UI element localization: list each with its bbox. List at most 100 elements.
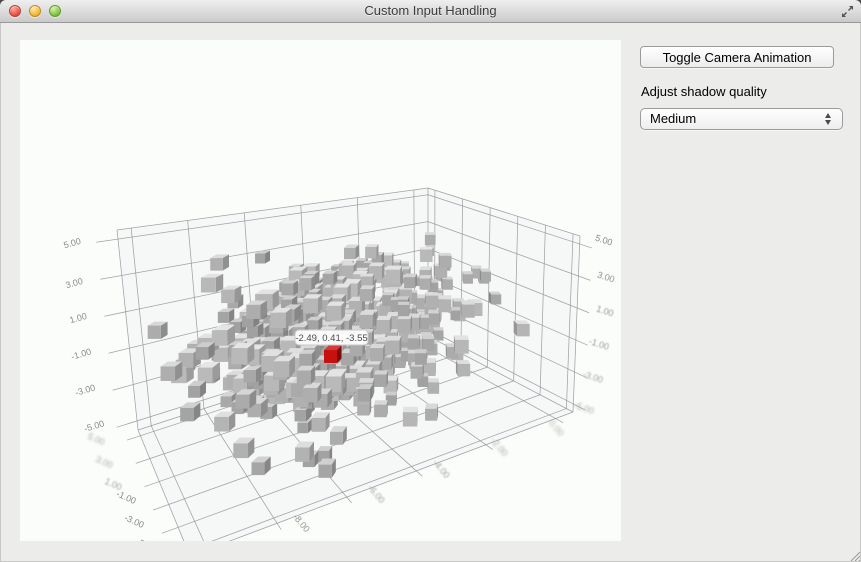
axis-tick-label: -1.00 [70, 346, 92, 361]
scatter-cube[interactable] [148, 322, 168, 339]
scatter-cube[interactable] [428, 310, 440, 325]
axis-tick-label: 3.00 [64, 276, 84, 290]
scatter-cube[interactable] [441, 277, 453, 290]
scatter-cube[interactable] [408, 335, 420, 350]
scatter-cube[interactable] [235, 389, 256, 408]
scatter-cube[interactable] [323, 271, 338, 285]
scatter-cube[interactable] [299, 350, 315, 366]
controls-panel: Toggle Camera Animation Adjust shadow qu… [640, 46, 834, 130]
stepper-arrows-icon [824, 112, 832, 126]
scatter-cube[interactable] [451, 307, 461, 320]
scatter-cube[interactable] [303, 383, 321, 403]
shadow-quality-select[interactable]: Medium [640, 108, 843, 130]
scatter-cube[interactable] [360, 285, 375, 301]
scatter-cube[interactable] [212, 325, 235, 346]
scatter-cube[interactable] [377, 316, 392, 333]
scatter-cube[interactable] [273, 356, 295, 377]
scatter-cube[interactable] [454, 335, 469, 353]
scatter-cube[interactable] [420, 247, 433, 262]
shadow-quality-selected-option: Medium [650, 111, 696, 126]
scatter-cube[interactable] [456, 360, 470, 376]
scatter-cube[interactable] [403, 407, 418, 427]
scatter-cube[interactable] [489, 292, 501, 305]
window-title: Custom Input Handling [0, 0, 861, 22]
scatter-cube[interactable] [246, 301, 267, 319]
scatter-cube[interactable] [271, 308, 292, 328]
scatter-cube[interactable] [233, 437, 254, 458]
scatter-cube[interactable] [231, 343, 254, 364]
axis-tick-label: 1.00 [68, 311, 88, 325]
scatter-cube[interactable] [255, 251, 270, 264]
scatter-cube[interactable] [360, 311, 376, 328]
app-window: Custom Input Handling 5.00 3.00 1.00 -1.00 -… [0, 0, 861, 562]
axis-tick-label: -3.00 [123, 513, 146, 530]
scatter-cube[interactable] [425, 292, 438, 308]
axis-tick-label: -6.00 [366, 483, 387, 505]
scatter-3d-view[interactable]: 5.003.001.00-1.00-3.00-5.005.003.001.00-… [20, 40, 621, 541]
scatter-cube[interactable] [311, 412, 329, 432]
scatter-cube[interactable] [374, 370, 388, 387]
selected-scatter-cube[interactable] [324, 346, 342, 364]
scatter-cube[interactable] [318, 459, 335, 478]
scatter-chart-panel[interactable]: 5.003.001.00-1.00-3.00-5.005.003.001.00-… [20, 40, 621, 541]
scatter-cube[interactable] [439, 253, 452, 268]
scatter-cube[interactable] [299, 275, 315, 290]
scatter-cube[interactable] [398, 315, 412, 332]
scatter-cube[interactable] [295, 441, 314, 461]
scatter-cube[interactable] [327, 301, 345, 320]
scatter-cube[interactable] [427, 378, 439, 394]
shadow-quality-label: Adjust shadow quality [641, 84, 834, 99]
scatter-cube[interactable] [221, 286, 241, 303]
scatter-cube[interactable] [433, 327, 443, 340]
axis-tick-label: -3.00 [582, 369, 605, 385]
scatter-cube[interactable] [404, 273, 417, 288]
axis-tick-label: -3.00 [74, 382, 96, 397]
scatter-cube[interactable] [243, 366, 261, 382]
axis-tick-label: 5.00 [62, 236, 82, 250]
axis-tick-label: 5.00 [594, 233, 614, 248]
scatter-cube[interactable] [210, 254, 229, 270]
scatter-cube[interactable] [422, 335, 434, 350]
axis-tick-label: 5.00 [86, 431, 106, 447]
scatter-cube[interactable] [386, 336, 402, 355]
scatter-cube[interactable] [161, 362, 183, 381]
scatter-cube[interactable] [420, 275, 432, 289]
scatter-cube[interactable] [214, 412, 235, 432]
scatter-cube[interactable] [514, 320, 530, 336]
fullscreen-icon[interactable] [841, 5, 854, 18]
scatter-cube[interactable] [297, 366, 315, 385]
toggle-camera-animation-button[interactable]: Toggle Camera Animation [640, 46, 834, 68]
scatter-cube[interactable] [370, 344, 385, 361]
axis-tick-label: -5.00 [135, 537, 158, 541]
scatter-cube[interactable] [415, 349, 427, 365]
scatter-cube[interactable] [398, 302, 410, 316]
scatter-cube[interactable] [463, 271, 473, 284]
selection-tooltip: -2.49, 0.41, -3.55 [295, 330, 368, 345]
axis-tick-label: 1.00 [595, 304, 615, 319]
scatter-cube[interactable] [480, 268, 491, 281]
axis-tick-label: -5.00 [573, 400, 596, 416]
scatter-cube[interactable] [438, 295, 451, 312]
scatter-cube[interactable] [201, 274, 223, 293]
axis-tick-label: -1.00 [588, 336, 611, 352]
scatter-cube[interactable] [374, 400, 388, 417]
scatter-cube[interactable] [425, 404, 438, 421]
scatter-cube[interactable] [365, 244, 378, 258]
scatter-cube[interactable] [386, 266, 402, 285]
scatter-cube[interactable] [461, 300, 475, 317]
scatter-cube[interactable] [358, 384, 373, 401]
scatter-cube[interactable] [344, 244, 359, 259]
axis-tick-label: -5.00 [83, 418, 105, 433]
scatter-cube[interactable] [425, 232, 436, 245]
resize-grip[interactable] [848, 549, 860, 561]
axis-tick-label: -1.00 [115, 489, 138, 506]
selection-tooltip-label: -2.49, 0.41, -3.55 [295, 333, 367, 344]
scatter-cube[interactable] [330, 426, 347, 445]
axis-tick-label: 0.00 [547, 418, 566, 438]
title-bar[interactable]: Custom Input Handling [0, 0, 861, 23]
axis-tick-label: -2.00 [489, 436, 510, 458]
axis-tick-label: 3.00 [94, 454, 114, 470]
axis-tick-label: 3.00 [596, 270, 616, 285]
scatter-cube[interactable] [303, 294, 322, 313]
scatter-cube[interactable] [281, 280, 298, 295]
